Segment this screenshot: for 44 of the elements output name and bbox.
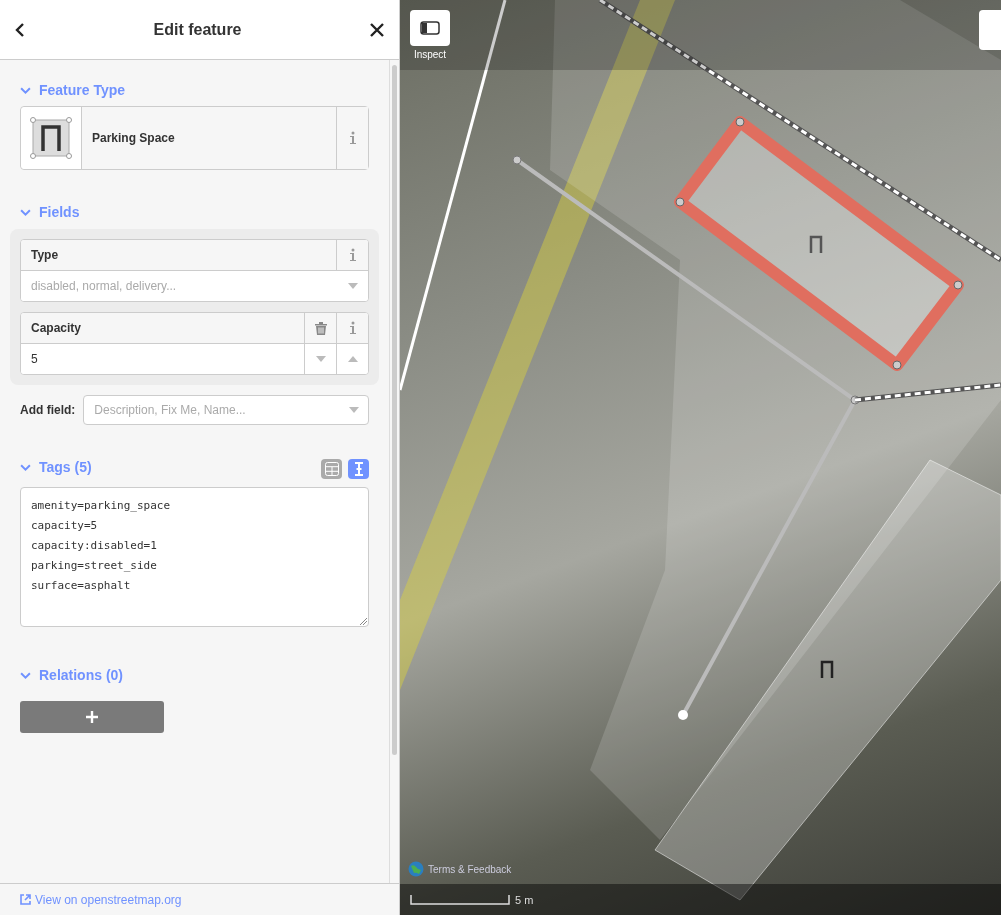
scale-label: 5 m [515, 893, 534, 906]
form-field[interactable]: Capacity 5 [20, 312, 369, 375]
scrollbar-thumb[interactable] [392, 65, 397, 755]
list-view-button[interactable] [321, 459, 342, 479]
terms-feedback-link[interactable]: Terms & Feedback [428, 863, 512, 875]
resize-grip-icon [359, 617, 367, 625]
view-on-osm-link[interactable]: View on openstreetmap.org [20, 892, 182, 907]
increment-button[interactable] [336, 344, 368, 374]
info-icon [348, 248, 357, 262]
sidebar-icon [420, 21, 440, 35]
info-button[interactable] [336, 107, 368, 169]
inspect-button[interactable] [410, 10, 450, 46]
external-link-icon [20, 894, 31, 905]
text-cursor-icon [353, 462, 364, 476]
info-icon [348, 321, 357, 335]
up-arrow-icon [347, 356, 358, 362]
inspect-label: Inspect [413, 49, 447, 60]
parking-space-icon [30, 117, 72, 159]
text-view-button[interactable] [348, 459, 369, 479]
panel-title: Edit feature [153, 20, 242, 39]
dropdown-arrow-icon [348, 283, 358, 289]
close-icon [369, 21, 385, 38]
section-toggle[interactable]: Tags (5) [20, 459, 92, 475]
info-button[interactable] [336, 313, 368, 343]
info-icon [348, 131, 357, 145]
back-icon [14, 21, 26, 38]
info-button[interactable] [336, 240, 368, 270]
field-label: Capacity [30, 321, 83, 335]
add-field-label: Add field: [20, 403, 76, 417]
parking-symbol-icon [820, 660, 834, 678]
section-toggle[interactable]: Feature Type [20, 82, 126, 98]
section-toggle[interactable]: Fields [20, 204, 80, 220]
parking-symbol-icon [809, 235, 823, 253]
dropdown-arrow-icon [349, 407, 359, 413]
down-arrow-icon [315, 356, 326, 362]
section-toggle[interactable]: Relations (0) [20, 667, 123, 683]
table-icon [324, 462, 339, 476]
form-field[interactable]: Type disabled, normal, delivery... [20, 239, 369, 302]
field-label: Type [30, 248, 60, 262]
tag-text-field[interactable]: amenity=parking_space capacity=5 capacity:disabled=1 parking=street_side surface=asphalt [20, 487, 369, 627]
plus-icon [86, 711, 98, 723]
globe-icon [408, 861, 424, 877]
trash-icon [314, 321, 327, 335]
add-field-combo[interactable]: Description, Fix Me, Name... [83, 395, 369, 425]
